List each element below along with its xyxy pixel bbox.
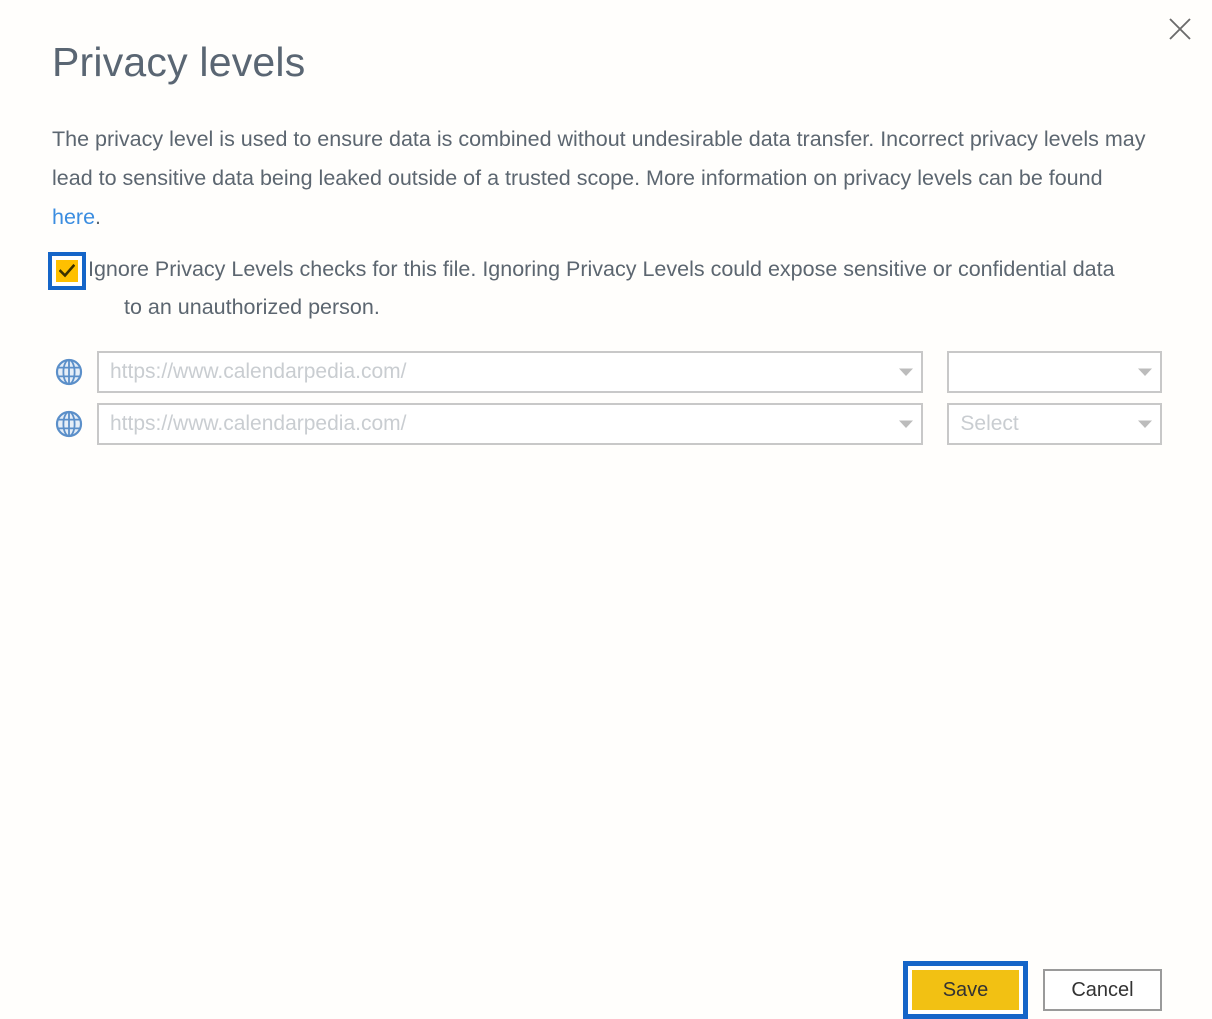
data-source-list: https://www.calendarpedia.com/ https://w… xyxy=(52,350,1162,454)
data-source-url-value: https://www.calendarpedia.com/ xyxy=(110,360,407,383)
save-button-highlight-box: Save xyxy=(903,961,1028,1019)
data-source-row: https://www.calendarpedia.com/ xyxy=(52,350,1162,394)
cancel-button[interactable]: Cancel xyxy=(1043,969,1162,1011)
ignore-privacy-levels-label: Ignore Privacy Levels checks for this fi… xyxy=(86,250,1211,326)
privacy-level-combobox[interactable] xyxy=(947,351,1162,393)
ignore-privacy-levels-checkbox[interactable] xyxy=(56,260,78,282)
chevron-down-icon[interactable] xyxy=(1130,367,1160,377)
dialog-description: The privacy level is used to ensure data… xyxy=(52,120,1147,237)
privacy-levels-dialog: Privacy levels The privacy level is used… xyxy=(0,0,1212,1019)
chevron-down-icon[interactable] xyxy=(891,367,921,377)
dialog-button-bar: Save Cancel xyxy=(0,478,1212,1019)
checkbox-label-line-2: to an unauthorized person. xyxy=(124,295,380,319)
close-glyph xyxy=(1169,18,1191,40)
description-text-after-link: . xyxy=(95,205,102,229)
data-source-url-value: https://www.calendarpedia.com/ xyxy=(110,412,407,435)
chevron-down-glyph xyxy=(899,368,914,376)
chevron-down-icon[interactable] xyxy=(891,419,921,429)
checkmark-icon xyxy=(59,264,75,278)
chevron-down-glyph xyxy=(1138,420,1152,428)
privacy-level-value: Select xyxy=(960,412,1019,435)
checkbox-highlight-box xyxy=(48,252,86,290)
data-source-row: https://www.calendarpedia.com/ Select xyxy=(52,402,1162,446)
privacy-level-combobox[interactable]: Select xyxy=(947,403,1162,445)
globe-icon xyxy=(52,407,86,441)
globe-icon xyxy=(52,355,86,389)
chevron-down-icon[interactable] xyxy=(1130,419,1160,429)
close-icon[interactable] xyxy=(1158,8,1202,50)
globe-glyph xyxy=(55,410,83,438)
checkbox-label-line-1: Ignore Privacy Levels checks for this fi… xyxy=(88,257,1115,281)
chevron-down-glyph xyxy=(1138,368,1152,376)
description-text-before-link: The privacy level is used to ensure data… xyxy=(52,127,1146,190)
privacy-levels-help-link[interactable]: here xyxy=(52,205,95,229)
page-title: Privacy levels xyxy=(52,39,306,85)
save-button[interactable]: Save xyxy=(912,970,1019,1010)
data-source-url-combobox[interactable]: https://www.calendarpedia.com/ xyxy=(97,351,924,393)
globe-glyph xyxy=(55,358,83,386)
data-source-url-combobox[interactable]: https://www.calendarpedia.com/ xyxy=(97,403,924,445)
chevron-down-glyph xyxy=(899,420,914,428)
